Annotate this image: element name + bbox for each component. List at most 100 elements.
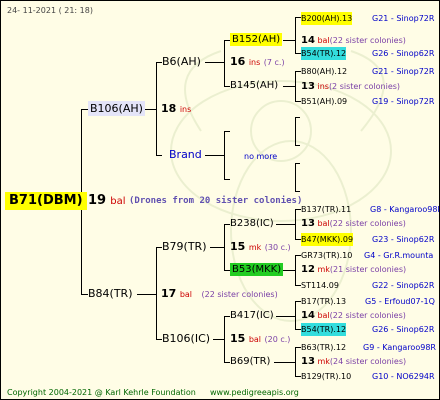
right-entry-code[interactable]: G10 - NO6294R	[372, 370, 435, 383]
father-queen[interactable]: B106(AH)	[88, 101, 145, 116]
tree-connector	[205, 155, 225, 156]
right-note: 13 bal(22 sister colonies)	[301, 217, 406, 230]
drones-note: (Drones from 20 sister colonies)	[129, 196, 303, 206]
root-queen[interactable]: B71(DBM)	[5, 192, 87, 210]
gen1-sub: bal	[110, 196, 126, 207]
right-entry-name[interactable]: ST114.09	[301, 279, 339, 292]
right-entry-name[interactable]: B54(TR).12	[301, 47, 347, 60]
right-note-sub: bal	[317, 311, 330, 320]
right-entry-code[interactable]: G26 - Sinop62R	[372, 323, 434, 336]
right-note-num: 13	[301, 218, 315, 229]
father-node-sub: ins	[179, 105, 192, 114]
right-entry-name[interactable]: B54(TR).12	[301, 323, 347, 336]
tree-connector	[295, 191, 300, 192]
tree-connector	[295, 255, 296, 285]
mother-lower-queen[interactable]: B106(IC)	[162, 332, 210, 345]
right-note-text: (22 sister colonies)	[329, 36, 406, 45]
gen1-number-block: 19 bal	[88, 192, 126, 210]
father-upper-sub: ins	[248, 58, 261, 67]
right-entry-code[interactable]: G9 - Kangaroo98R	[363, 341, 436, 354]
right-entry-code[interactable]: G19 - Sinop72R	[372, 95, 434, 108]
right-note: 13 ins(2 sister colonies)	[301, 80, 400, 93]
right-entry-name[interactable]: B17(TR).13	[301, 295, 346, 308]
tree-connector	[295, 71, 296, 101]
tree-connector	[144, 109, 157, 110]
right-entry-code[interactable]: G23 - Sinop62R	[372, 233, 434, 246]
tree-connector	[295, 117, 300, 118]
right-entry-name[interactable]: B51(AH).09	[301, 95, 347, 108]
mother-lower-note: (20 c.)	[264, 335, 291, 344]
b152-queen[interactable]: B152(AH)	[230, 33, 283, 46]
tree-connector	[276, 224, 296, 225]
mother-queen[interactable]: B84(TR)	[88, 287, 133, 300]
tree-connector	[224, 179, 230, 180]
right-note-num: 14	[301, 310, 315, 321]
mother-upper-note: (30 c.)	[264, 243, 291, 252]
tree-connector	[295, 163, 300, 164]
right-note-num: 13	[301, 356, 315, 367]
b238-queen[interactable]: B238(IC)	[230, 217, 274, 230]
tree-connector	[224, 131, 230, 132]
father-upper-queen[interactable]: B6(AH)	[162, 55, 201, 68]
mother-upper-number: 15 mk (30 c.)	[230, 240, 291, 254]
tree-connector	[81, 294, 88, 295]
right-entry-name[interactable]: B47(MKK).09	[301, 233, 354, 246]
brand-queen[interactable]: Brand	[169, 148, 202, 161]
mother-upper-num: 15	[230, 240, 246, 253]
tree-connector	[224, 40, 225, 86]
tree-connector	[276, 316, 296, 317]
right-entry-code[interactable]: G8 - Kangaroo98R	[370, 203, 439, 216]
b417-queen[interactable]: B417(IC)	[230, 309, 274, 322]
tree-connector	[81, 109, 88, 110]
mother-node-note: (22 sister colonies)	[201, 290, 278, 299]
tree-connector	[295, 145, 300, 146]
footer-site-link[interactable]: www.pedigreeapis.org	[210, 386, 299, 399]
tree-connector	[295, 301, 296, 329]
gen1-number: 19	[88, 193, 107, 208]
right-entry-code[interactable]: G21 - Sinop72R	[372, 65, 434, 78]
right-note-sub: bal	[317, 219, 330, 228]
right-entry-code[interactable]: G22 - Sinop62R	[372, 279, 434, 292]
pedigree-page: 24- 11-2021 ( 21: 18) B71(DBM) 19 bal (D…	[0, 0, 440, 400]
tree-connector	[156, 247, 157, 339]
tree-connector	[283, 270, 295, 271]
right-entry-name[interactable]: B80(AH).12	[301, 65, 347, 78]
right-note-num: 13	[301, 81, 315, 92]
right-entry-name[interactable]: B63(TR).12	[301, 341, 346, 354]
right-note-num: 12	[301, 264, 315, 275]
right-note-sub: bal	[317, 36, 330, 45]
right-entry-name[interactable]: B200(AH).13	[301, 12, 353, 25]
right-entry-name[interactable]: B129(TR).10	[301, 370, 351, 383]
tree-connector	[213, 339, 225, 340]
mother-lower-sub: bal	[248, 335, 262, 344]
right-entry-name[interactable]: B137(TR).11	[301, 203, 351, 216]
mother-upper-queen[interactable]: B79(TR)	[162, 240, 207, 253]
right-note-sub: ins	[317, 82, 329, 91]
tree-connector	[156, 155, 162, 156]
right-entry-code[interactable]: G5 - Erfoud07-1Q	[365, 295, 435, 308]
right-note: 14 bal(22 sister colonies)	[301, 34, 406, 47]
father-node-number: 18 ins	[161, 102, 191, 116]
father-upper-num: 16	[230, 55, 246, 68]
right-entry-name[interactable]: GR73(TR).10	[301, 249, 352, 262]
right-note-sub: mk	[317, 265, 330, 274]
no-more-text: no more	[244, 152, 278, 161]
right-entry-code[interactable]: G26 - Sinop62R	[372, 47, 434, 60]
tree-connector	[283, 86, 295, 87]
mother-node-num: 17	[161, 287, 177, 300]
right-entry-code[interactable]: G4 - Gr.R.mounta	[364, 249, 433, 262]
father-upper-number: 16 ins (7 c.)	[230, 55, 285, 69]
right-note-text: (22 sister colonies)	[329, 311, 406, 320]
mother-node-number: 17 bal (22 sister colonies)	[161, 287, 278, 301]
tree-connector	[295, 17, 296, 53]
mother-node-sub: bal	[179, 290, 193, 299]
b69-queen[interactable]: B69(TR)	[230, 355, 270, 368]
right-entry-code[interactable]: G21 - Sinop72R	[372, 12, 434, 25]
right-note-sub: mk	[317, 357, 330, 366]
tree-connector	[274, 362, 296, 363]
mother-lower-num: 15	[230, 332, 246, 345]
b53-queen[interactable]: B53(MKK)	[230, 263, 284, 276]
right-note: 12 mk(21 sister colonies)	[301, 263, 406, 276]
b145-queen[interactable]: B145(AH)	[230, 79, 278, 92]
footer-copyright: Copyright 2004-2021 @ Karl Kehrle Founda…	[7, 388, 196, 397]
